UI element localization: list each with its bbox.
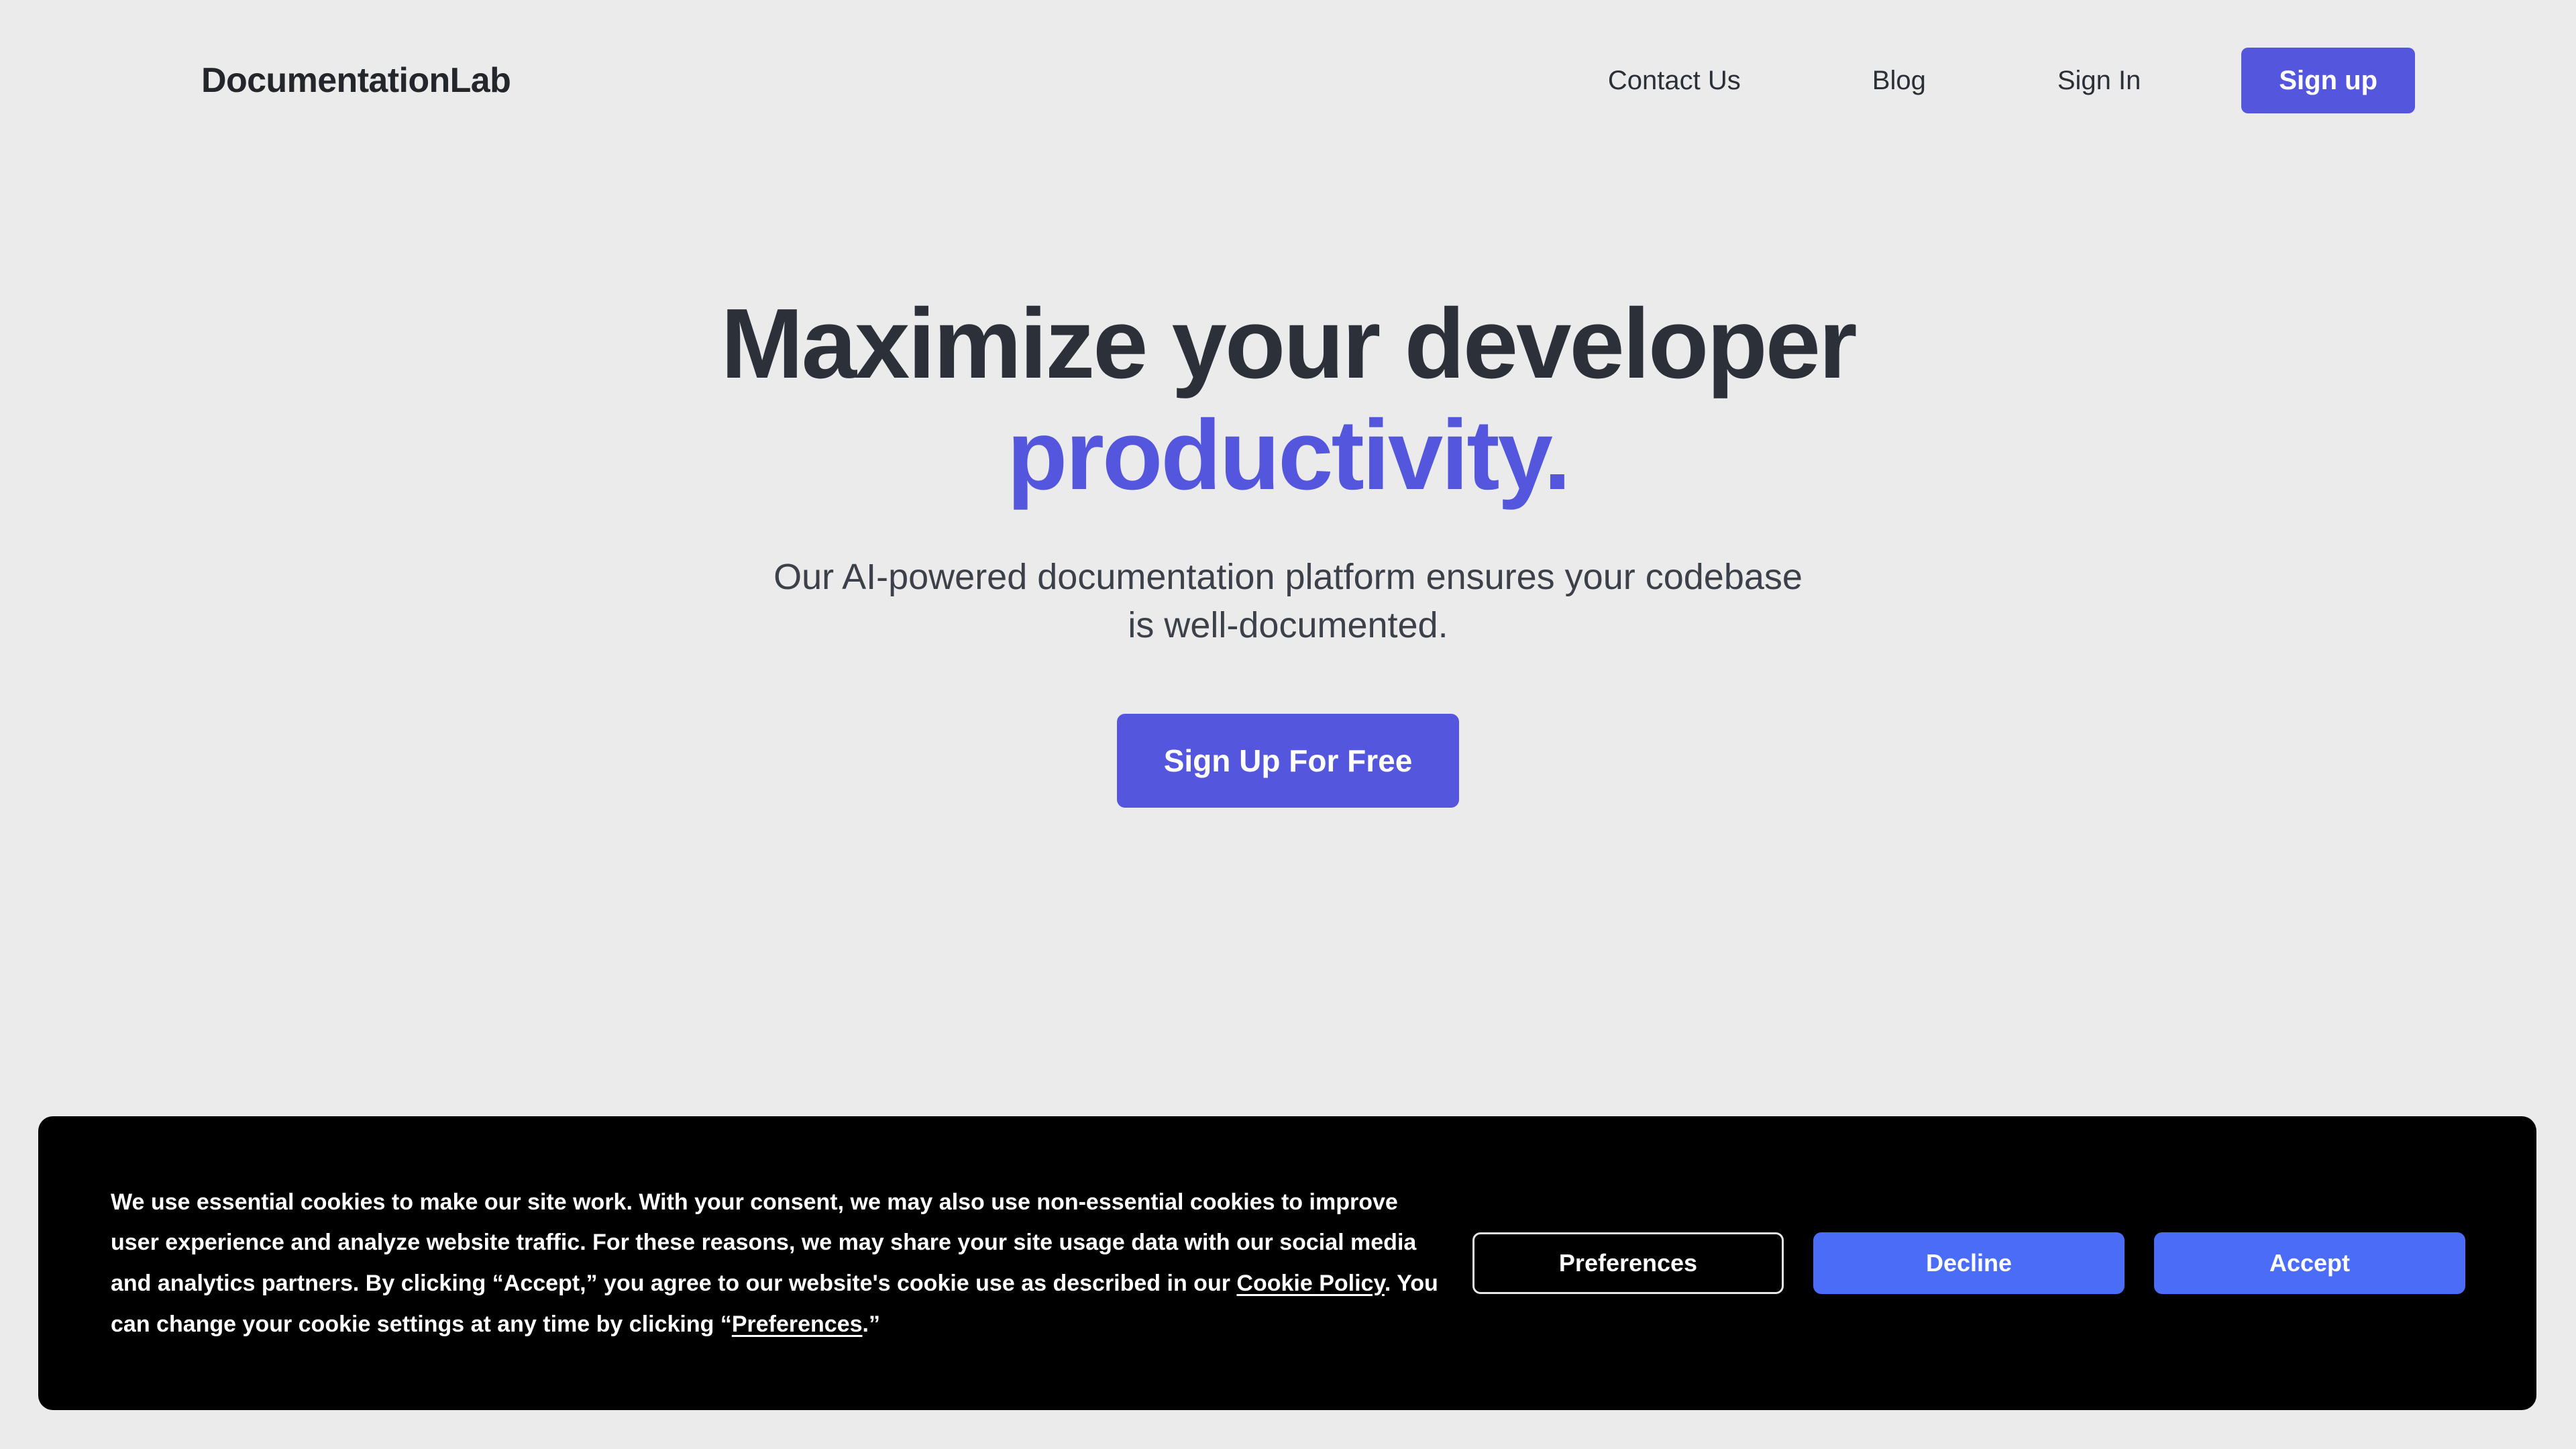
hero-heading-line-1: Maximize your developer [720,288,1857,399]
hero-subtitle: Our AI-powered documentation platform en… [651,553,1925,650]
hero-subtitle-line-1: Our AI-powered documentation platform en… [773,556,1803,597]
cookie-banner-actions: Preferences Decline Accept [1472,1232,2465,1294]
hero-heading-accent: productivity. [1006,399,1571,511]
landing-page: DocumentationLab Contact Us Blog Sign In… [0,0,2576,1449]
site-header: DocumentationLab Contact Us Blog Sign In… [0,0,2576,161]
hero-heading: Maximize your developer productivity. [550,288,2026,511]
nav-link-sign-in[interactable]: Sign In [2057,56,2141,105]
cookie-accept-button[interactable]: Accept [2154,1232,2465,1294]
nav-link-blog[interactable]: Blog [1872,56,1926,105]
cookie-decline-button[interactable]: Decline [1813,1232,2125,1294]
sign-up-button[interactable]: Sign up [2241,48,2415,113]
cookie-text-segment-3: .” [862,1311,880,1337]
hero-subtitle-line-2: is well-documented. [1128,604,1448,645]
cookie-consent-banner: We use essential cookies to make our sit… [38,1116,2536,1410]
cookie-policy-link[interactable]: Cookie Policy [1236,1271,1384,1296]
nav-link-contact-us[interactable]: Contact Us [1608,56,1741,105]
hero-section: Maximize your developer productivity. Ou… [0,288,2576,808]
primary-navigation: Contact Us Blog Sign In Sign up [1608,48,2415,113]
brand-logo[interactable]: DocumentationLab [201,60,511,101]
hero-cta-container: Sign Up For Free [0,714,2576,808]
sign-up-for-free-button[interactable]: Sign Up For Free [1116,714,1460,808]
cookie-consent-text: We use essential cookies to make our sit… [111,1182,1439,1344]
cookie-text-segment-1: We use essential cookies to make our sit… [111,1189,1417,1296]
preferences-link[interactable]: Preferences [732,1311,863,1337]
cookie-preferences-button[interactable]: Preferences [1472,1232,1784,1294]
